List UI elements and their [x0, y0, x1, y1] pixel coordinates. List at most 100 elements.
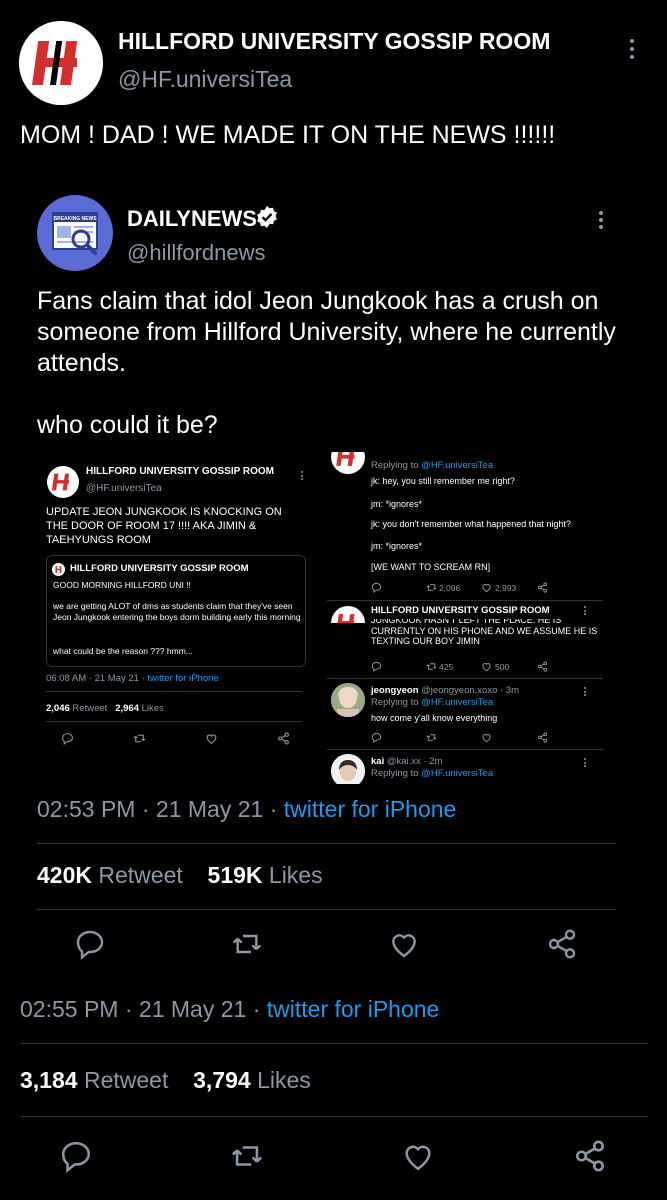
main-date: 21 May 21 — [138, 996, 247, 1022]
avatar-badge-text: BREAKING NEWS — [53, 216, 97, 222]
breaking-news-icon: BREAKING NEWS — [52, 212, 98, 255]
quote-date: 21 May 21 — [155, 796, 264, 822]
main-more-icon[interactable] — [629, 39, 635, 59]
r2-retweet-count: 425 — [439, 662, 454, 672]
reply4-meta: @kai.xx · 2m — [386, 756, 443, 767]
r1-reply-icon — [371, 582, 382, 593]
left-inner-line3: what could be the reason ??? hmm... — [53, 646, 193, 656]
main-avatar[interactable] — [19, 21, 103, 105]
reply4-header: kai @kai.xx · 2m — [371, 756, 442, 767]
r1-retweet-icon — [426, 582, 437, 593]
quote-share-icon[interactable] — [546, 928, 578, 960]
kai-avatar — [331, 754, 365, 784]
main-source-link[interactable]: twitter for iPhone — [267, 996, 440, 1022]
right-shot-avatar-1 — [331, 452, 365, 474]
r1-share-icon — [537, 582, 548, 593]
r1-like-icon — [481, 582, 492, 593]
replying-handle: @HF.universiTea — [421, 460, 494, 471]
left-inner-name: HILLFORD UNIVERSITY GOSSIP ROOM — [70, 563, 249, 574]
chat-line-4: jm: *ignores* — [371, 541, 423, 551]
reply3-name: jeongyeon — [371, 685, 419, 696]
left-shot-avatar — [47, 466, 79, 498]
quote-source-link[interactable]: twitter for iPhone — [284, 796, 457, 822]
left-shot-like-label: Likes — [141, 703, 164, 714]
main-like-icon[interactable] — [401, 1139, 435, 1173]
replying-prefix: Replying to — [371, 460, 419, 471]
reply3-replying-handle: @HF.universiTea — [421, 697, 494, 708]
quote-like-count[interactable]: 519K — [208, 862, 263, 888]
r3-share-icon — [537, 732, 548, 743]
left-shot-stats: 2,046 Retweet 2,964 Likes — [46, 703, 164, 714]
r2-retweet-icon — [426, 661, 437, 672]
quote-retweet-count[interactable]: 420K — [37, 862, 92, 888]
left-shot-name: HILLFORD UNIVERSITY GOSSIP ROOM — [86, 466, 274, 477]
embedded-screenshot-right: Replying to @HF.universiTea jk: hey, you… — [325, 452, 605, 784]
quote-author-handle[interactable]: @hillfordnews — [127, 240, 266, 266]
chat-line-2: jm: *ignores* — [371, 499, 423, 509]
main-like-label[interactable]: Likes — [257, 1067, 311, 1093]
quote-timestamp: 02:53 PM · 21 May 21 · twitter for iPhon… — [37, 796, 457, 822]
main-timestamp: 02:55 PM · 21 May 21 · twitter for iPhon… — [20, 996, 440, 1022]
quote-avatar[interactable]: BREAKING NEWS — [37, 195, 113, 271]
chat-line-5: [WE WANT TO SCREAM RN] — [371, 562, 491, 572]
reply4-replying: Replying to @HF.universiTea — [371, 768, 493, 779]
r1-retweet-count: 2,096 — [439, 583, 461, 593]
quote-author-name[interactable]: DAILYNEWS — [127, 206, 257, 232]
post2-text-wrap: JUNGKOOK HASN'T LEFT THE PLACE. HE IS CU… — [371, 619, 601, 657]
reply3-more-icon — [583, 687, 586, 696]
left-shot-text: UPDATE JEON JUNGKOOK IS KNOCKING ON THE … — [46, 506, 282, 546]
left-shot-like-icon — [205, 732, 218, 745]
embedded-screenshot-left: HILLFORD UNIVERSITY GOSSIP ROOM @HF.univ… — [37, 452, 315, 784]
r3-retweet-icon — [426, 732, 437, 743]
main-retweet-icon[interactable] — [230, 1139, 264, 1173]
left-inner-avatar — [52, 563, 65, 576]
hillford-logo-icon — [336, 452, 355, 466]
main-share-icon[interactable] — [573, 1139, 607, 1173]
main-retweet-count[interactable]: 3,184 — [20, 1067, 78, 1093]
chat-line-3: jk: you don't remember what happened tha… — [371, 519, 571, 529]
reply3-replying: Replying to @HF.universiTea — [371, 697, 493, 708]
chat-line-1: jk: hey, you still remember me right? — [371, 476, 515, 486]
reply4-replying-prefix: Replying to — [371, 768, 419, 779]
quote-like-icon[interactable] — [388, 928, 420, 960]
main-time: 02:55 PM — [20, 996, 119, 1022]
quote-like-label[interactable]: Likes — [269, 862, 323, 888]
person-photo-icon — [331, 683, 365, 717]
left-shot-retweet-count: 2,046 — [46, 703, 70, 714]
post2-name: HILLFORD UNIVERSITY GOSSIP ROOM — [371, 605, 550, 616]
reply4-more-icon — [583, 758, 586, 767]
quote-stats: 420K Retweet 519K Likes — [37, 862, 323, 889]
quote-retweet-icon[interactable] — [231, 928, 263, 960]
left-inner-line1: GOOD MORNING HILLFORD UNI !! — [53, 580, 191, 590]
quote-tweet-text: Fans claim that idol Jeon Jungkook has a… — [37, 287, 616, 377]
quote-reply-icon[interactable] — [74, 928, 106, 960]
main-like-count[interactable]: 3,794 — [193, 1067, 251, 1093]
reply3-replying-prefix: Replying to — [371, 697, 419, 708]
right-shot-replying: Replying to @HF.universiTea — [371, 460, 493, 471]
left-shot-retweet-label: Retweet — [72, 703, 108, 714]
quote-retweet-label[interactable]: Retweet — [98, 862, 182, 888]
reply3-header: jeongyeon @jeongyeon.xoxo · 3m — [371, 685, 519, 696]
post2-more-icon — [583, 606, 586, 615]
left-shot-retweet-icon — [133, 732, 146, 745]
main-reply-icon[interactable] — [59, 1139, 93, 1173]
main-author-name[interactable]: HILLFORD UNIVERSITY GOSSIP ROOM — [118, 28, 550, 55]
left-shot-meta-source: twitter for iPhone — [147, 673, 219, 684]
r2-like-count: 500 — [495, 662, 510, 672]
r2-like-icon — [481, 661, 492, 672]
left-shot-more-icon — [300, 471, 303, 480]
main-retweet-label[interactable]: Retweet — [84, 1067, 168, 1093]
reply3-text: how come y'all know everything — [371, 713, 498, 723]
r3-like-icon — [481, 732, 492, 743]
post2-text: JUNGKOOK HASN'T LEFT THE PLACE. HE IS CU… — [371, 619, 598, 646]
reply3-meta: @jeongyeon.xoxo · 3m — [421, 685, 519, 696]
left-shot-reply-icon — [61, 732, 74, 745]
quote-tweet-text-2: who could it be? — [37, 411, 218, 439]
main-author-handle[interactable]: @HF.universiTea — [118, 66, 292, 93]
main-stats: 3,184 Retweet 3,794 Likes — [20, 1067, 311, 1094]
quote-more-icon[interactable] — [598, 211, 604, 229]
left-shot-meta: 06:08 AM · 21 May 21 · twitter for iPhon… — [46, 673, 219, 684]
hillford-logo-icon — [336, 614, 355, 623]
left-shot-share-icon — [277, 732, 290, 745]
left-shot-handle: @HF.universiTea — [86, 483, 162, 494]
